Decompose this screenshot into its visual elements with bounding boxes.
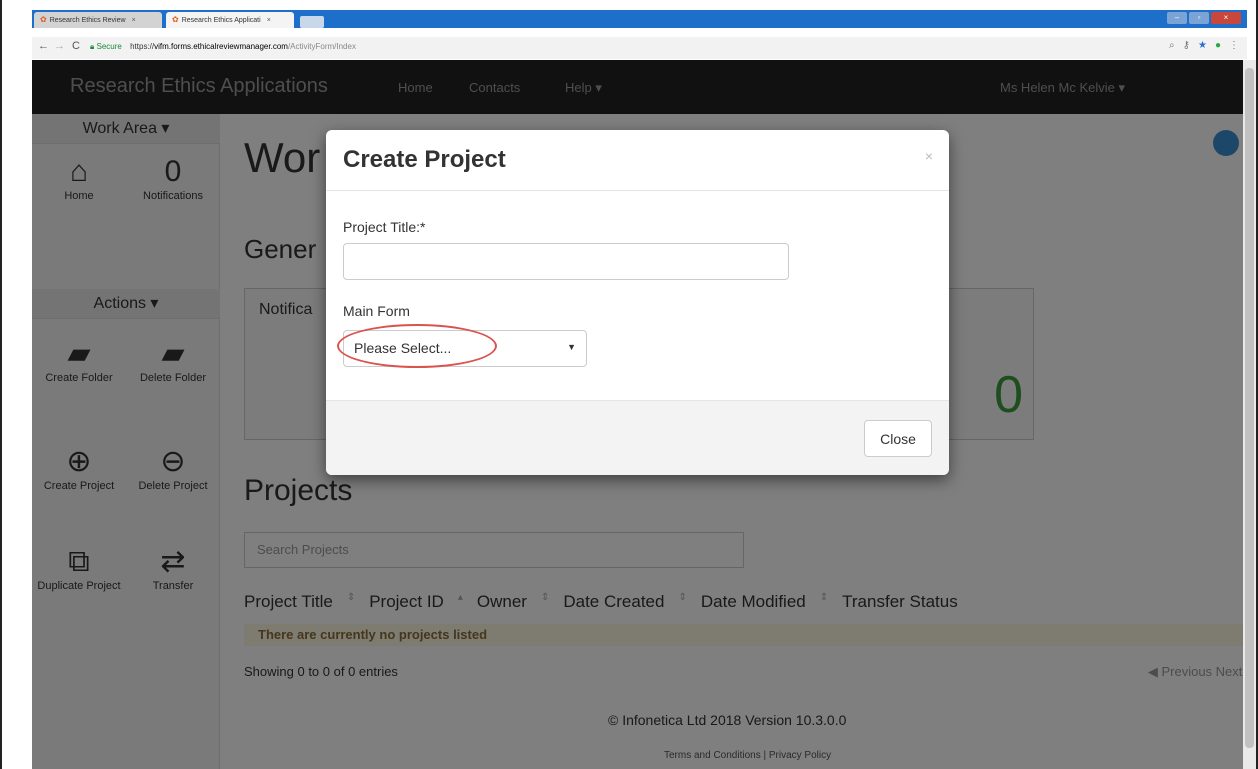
project-title-field[interactable]: [343, 243, 789, 280]
tab-close-icon[interactable]: ×: [132, 17, 136, 24]
site-favicon-icon: ✿: [40, 15, 47, 24]
modal-header: Create Project ×: [326, 130, 949, 191]
window-controls: – ▫ ×: [1167, 12, 1241, 26]
url-host: vifm.forms.ethicalreviewmanager.com: [154, 42, 288, 51]
browser-tabstrip: ✿ Research Ethics Review × ✿ Research Ethic…: [32, 10, 1247, 28]
window-close-icon[interactable]: ×: [1211, 12, 1241, 24]
modal-title: Create Project: [343, 146, 506, 173]
tab-close-icon[interactable]: ×: [267, 17, 271, 24]
minimize-icon[interactable]: –: [1167, 12, 1187, 24]
close-icon[interactable]: ×: [925, 148, 933, 164]
secure-label: Secure: [96, 42, 122, 51]
lock-icon: 🔒︎: [90, 42, 95, 51]
site-favicon-icon: ✿: [172, 15, 179, 24]
tab-label: Research Ethics Applicati: [181, 17, 261, 24]
main-form-label: Main Form: [343, 303, 410, 319]
bookmark-star-icon[interactable]: ★: [1198, 40, 1207, 51]
url-prefix: https://: [130, 42, 155, 51]
browser-address-bar: ← → C 🔒︎ Secure https://vifm.forms.ethic…: [32, 37, 1247, 59]
create-project-modal: Create Project × Project Title:* Main Fo…: [326, 130, 949, 475]
screenshot-frame: ✿ Research Ethics Review × ✿ Research Ethic…: [0, 0, 1258, 769]
browser-tab-review[interactable]: ✿ Research Ethics Review ×: [34, 12, 162, 28]
modal-footer: Close: [326, 400, 949, 475]
menu-kebab-icon[interactable]: ⋮: [1229, 40, 1239, 51]
project-title-label: Project Title:*: [343, 219, 426, 235]
extension-icon[interactable]: ●: [1215, 40, 1221, 51]
web-page: Research Ethics Applications Home Contac…: [32, 60, 1245, 769]
address-bar-icons: ⌕ ⚷ ★ ● ⋮: [1169, 40, 1239, 51]
new-tab-button[interactable]: [300, 16, 324, 28]
back-arrow-icon[interactable]: ←: [38, 40, 49, 52]
maximize-icon[interactable]: ▫: [1189, 12, 1209, 24]
chevron-down-icon: ▼: [567, 342, 576, 352]
key-icon[interactable]: ⚷: [1183, 40, 1190, 51]
close-button[interactable]: Close: [864, 420, 932, 457]
browser-tab-applications[interactable]: ✿ Research Ethics Applicati ×: [166, 12, 294, 28]
url-path: /ActivityForm/Index: [287, 42, 356, 51]
tab-label: Research Ethics Review: [49, 17, 126, 24]
url-field[interactable]: 🔒︎ Secure https://vifm.forms.ethicalrevi…: [90, 40, 356, 54]
reload-icon[interactable]: C: [72, 40, 80, 52]
scrollbar-thumb[interactable]: [1245, 68, 1254, 748]
page-scrollbar[interactable]: [1243, 60, 1256, 769]
modal-body: Project Title:* Main Form Please Select.…: [326, 191, 949, 400]
zoom-icon[interactable]: ⌕: [1169, 40, 1175, 51]
forward-arrow-icon[interactable]: →: [54, 40, 65, 52]
annotation-highlight-ellipse: [337, 324, 497, 368]
